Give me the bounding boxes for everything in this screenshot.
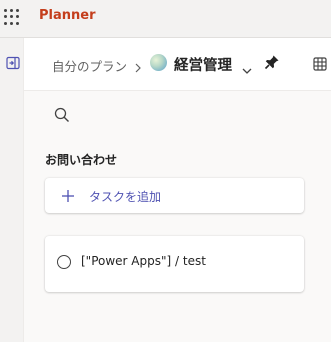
- plan-icon: [150, 54, 167, 71]
- breadcrumb-my-plans[interactable]: 自分のプラン: [52, 56, 127, 75]
- app-launcher-icon[interactable]: [4, 9, 20, 25]
- app-title[interactable]: Planner: [39, 8, 96, 23]
- pin-icon[interactable]: [264, 54, 280, 74]
- plus-icon: [61, 188, 75, 207]
- plan-header: 自分のプラン 経営管理: [24, 38, 331, 91]
- left-rail: [0, 38, 24, 342]
- chevron-down-icon[interactable]: [242, 60, 252, 79]
- grid-icon[interactable]: [313, 56, 327, 75]
- search-icon[interactable]: [54, 107, 70, 127]
- add-task-button[interactable]: タスクを追加: [45, 178, 304, 213]
- task-card[interactable]: ["Power Apps"] / test: [45, 236, 304, 292]
- expand-pane-icon[interactable]: [6, 55, 20, 74]
- plan-title[interactable]: 経営管理: [174, 54, 232, 75]
- task-title: ["Power Apps"] / test: [81, 254, 206, 268]
- add-task-label: タスクを追加: [89, 190, 162, 204]
- bucket-title[interactable]: お問い合わせ: [45, 151, 117, 168]
- top-bar: Planner: [0, 0, 331, 38]
- circle-check-icon[interactable]: [57, 255, 71, 269]
- chevron-right-icon: [134, 58, 142, 77]
